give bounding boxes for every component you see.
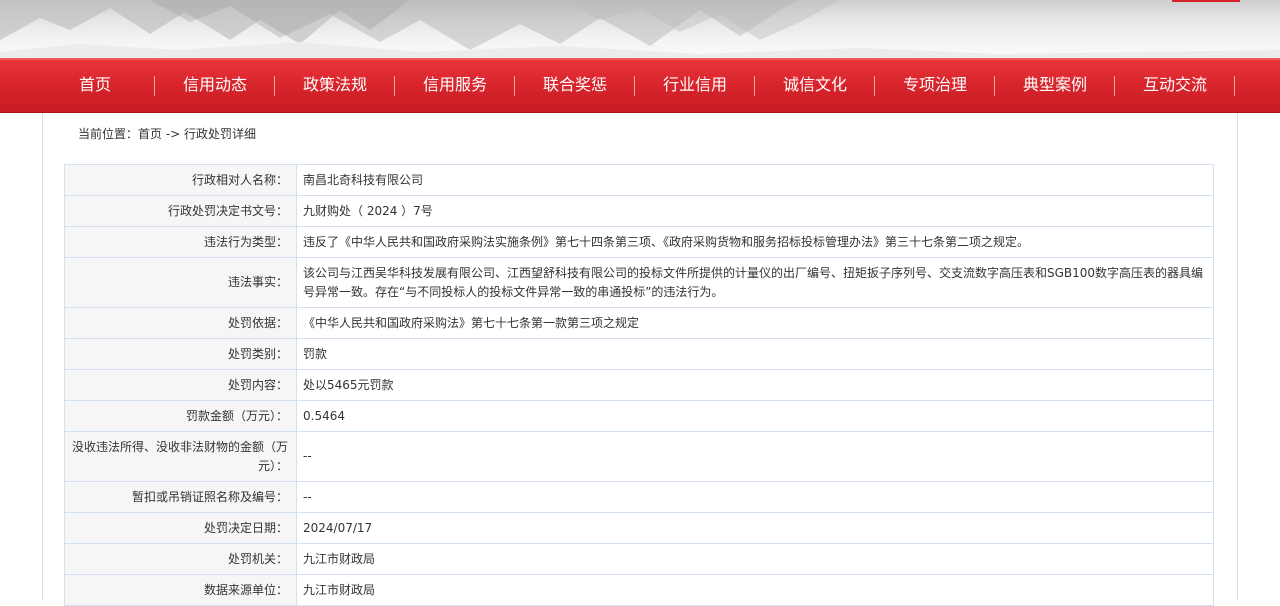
nav-item-credit-news[interactable]: 信用动态 — [155, 60, 275, 113]
table-row: 违法事实： 该公司与江西吴华科技发展有限公司、江西望舒科技有限公司的投标文件所提… — [64, 257, 1214, 308]
table-row: 没收违法所得、没收非法财物的金额（万元）： -- — [64, 431, 1214, 482]
nav-separator — [1234, 76, 1235, 96]
nav-item-label: 行业信用 — [662, 75, 727, 94]
nav-item-industry-credit[interactable]: 行业信用 — [635, 60, 755, 113]
nav-item-label: 政策法规 — [302, 75, 367, 94]
field-value: 0.5464 — [296, 400, 1214, 432]
field-value: 2024/07/17 — [296, 512, 1214, 544]
table-row: 处罚决定日期： 2024/07/17 — [64, 512, 1214, 544]
main-navigation: 首页 信用动态 政策法规 信用服务 联合奖惩 行业信用 诚信文化 专项治理 典型… — [0, 58, 1280, 113]
penalty-detail-table: 行政相对人名称： 南昌北奇科技有限公司 行政处罚决定书文号： 九财购处（ 202… — [64, 164, 1214, 606]
nav-item-typical-cases[interactable]: 典型案例 — [995, 60, 1115, 113]
nav-item-home[interactable]: 首页 — [35, 60, 155, 113]
breadcrumb-current: 行政处罚详细 — [184, 127, 257, 141]
nav-item-interaction[interactable]: 互动交流 — [1115, 60, 1235, 113]
nav-item-special-governance[interactable]: 专项治理 — [875, 60, 995, 113]
main-content: 当前位置：首页 -> 行政处罚详细 行政相对人名称： 南昌北奇科技有限公司 行政… — [42, 113, 1238, 606]
field-label: 处罚决定日期： — [64, 512, 297, 544]
field-value: 违反了《中华人民共和国政府采购法实施条例》第七十四条第三项、《政府采购货物和服务… — [296, 226, 1214, 258]
field-value: 九江市财政局 — [296, 574, 1214, 606]
field-value: 九江市财政局 — [296, 543, 1214, 575]
table-row: 数据来源单位： 九江市财政局 — [64, 574, 1214, 606]
nav-item-label: 互动交流 — [1142, 75, 1207, 94]
field-value: 罚款 — [296, 338, 1214, 370]
field-value: -- — [296, 481, 1214, 513]
table-row: 处罚类别： 罚款 — [64, 338, 1214, 370]
field-label: 行政处罚决定书文号： — [64, 195, 297, 227]
nav-item-label: 专项治理 — [902, 75, 967, 94]
nav-item-label: 诚信文化 — [782, 75, 847, 94]
table-row: 处罚依据： 《中华人民共和国政府采购法》第七十七条第一款第三项之规定 — [64, 307, 1214, 339]
field-label: 违法行为类型： — [64, 226, 297, 258]
nav-item-label: 典型案例 — [1022, 75, 1087, 94]
field-label: 处罚机关： — [64, 543, 297, 575]
breadcrumb-prefix: 当前位置： — [78, 127, 139, 141]
field-value: -- — [296, 431, 1214, 482]
table-row: 行政处罚决定书文号： 九财购处（ 2024 ）7号 — [64, 195, 1214, 227]
field-label: 处罚内容： — [64, 369, 297, 401]
nav-item-label: 首页 — [78, 75, 111, 94]
banner-accent-bar — [1172, 0, 1240, 2]
field-label: 行政相对人名称： — [64, 164, 297, 196]
field-label: 暂扣或吊销证照名称及编号： — [64, 481, 297, 513]
table-row: 处罚内容： 处以5465元罚款 — [64, 369, 1214, 401]
nav-item-rewards-punishment[interactable]: 联合奖惩 — [515, 60, 635, 113]
table-row: 行政相对人名称： 南昌北奇科技有限公司 — [64, 164, 1214, 196]
table-row: 违法行为类型： 违反了《中华人民共和国政府采购法实施条例》第七十四条第三项、《政… — [64, 226, 1214, 258]
mountain-illustration — [0, 0, 1280, 58]
field-label: 处罚依据： — [64, 307, 297, 339]
field-value: 处以5465元罚款 — [296, 369, 1214, 401]
nav-item-label: 信用服务 — [422, 75, 487, 94]
nav-item-label: 信用动态 — [182, 75, 247, 94]
field-value: 《中华人民共和国政府采购法》第七十七条第一款第三项之规定 — [296, 307, 1214, 339]
table-row: 罚款金额（万元）： 0.5464 — [64, 400, 1214, 432]
field-value: 南昌北奇科技有限公司 — [296, 164, 1214, 196]
field-label: 没收违法所得、没收非法财物的金额（万元）： — [64, 431, 297, 482]
table-row: 暂扣或吊销证照名称及编号： -- — [64, 481, 1214, 513]
field-label: 罚款金额（万元）： — [64, 400, 297, 432]
nav-item-credit-service[interactable]: 信用服务 — [395, 60, 515, 113]
nav-item-policies[interactable]: 政策法规 — [275, 60, 395, 113]
nav-item-integrity-culture[interactable]: 诚信文化 — [755, 60, 875, 113]
table-row: 处罚机关： 九江市财政局 — [64, 543, 1214, 575]
header-banner — [0, 0, 1280, 58]
field-label: 数据来源单位： — [64, 574, 297, 606]
breadcrumb-separator: -> — [162, 127, 185, 141]
field-label: 处罚类别： — [64, 338, 297, 370]
breadcrumb: 当前位置：首页 -> 行政处罚详细 — [78, 125, 256, 142]
nav-item-label: 联合奖惩 — [542, 75, 607, 94]
field-value: 该公司与江西吴华科技发展有限公司、江西望舒科技有限公司的投标文件所提供的计量仪的… — [296, 257, 1214, 308]
breadcrumb-home-link[interactable]: 首页 — [138, 127, 162, 141]
field-value: 九财购处（ 2024 ）7号 — [296, 195, 1214, 227]
field-label: 违法事实： — [64, 257, 297, 308]
